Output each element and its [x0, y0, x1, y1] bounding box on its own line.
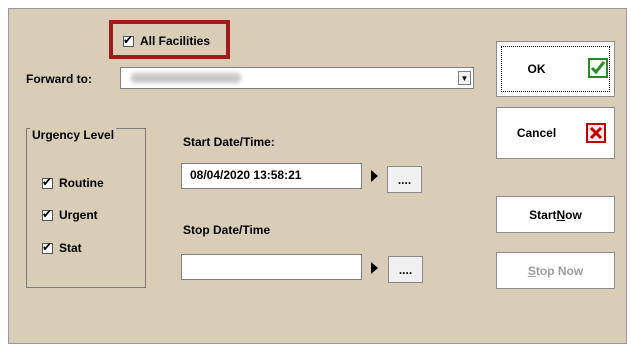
red-x-icon — [586, 123, 606, 143]
stat-label: Stat — [59, 241, 82, 255]
all-facilities-checkbox[interactable]: ✔ All Facilities — [123, 32, 211, 48]
stop-datetime-picker-button[interactable]: .... — [388, 256, 423, 283]
check-icon: ✔ — [42, 174, 53, 189]
stop-now-mnemonic: S — [527, 263, 536, 278]
stop-datetime-label: Stop Date/Time — [183, 223, 271, 237]
checkbox-box[interactable]: ✔ — [42, 206, 53, 221]
urgency-urgent-checkbox[interactable]: ✔ Urgent — [42, 206, 98, 222]
start-now-button[interactable]: Start Now — [496, 196, 615, 233]
forward-to-label: Forward to: — [26, 72, 92, 86]
start-datetime-field[interactable]: 08/04/2020 13:58:21 — [181, 163, 362, 189]
routine-label: Routine — [59, 176, 104, 190]
stop-now-suffix: top Now — [535, 263, 584, 278]
all-facilities-label: All Facilities — [140, 34, 211, 48]
stop-now-button: Stop Now — [496, 252, 615, 289]
checkbox-box[interactable]: ✔ — [42, 174, 53, 189]
start-now-suffix: ow — [565, 207, 582, 222]
cancel-label: Cancel — [516, 126, 557, 140]
check-icon: ✔ — [42, 206, 53, 221]
stop-datetime-field[interactable] — [181, 254, 362, 280]
start-datetime-label: Start Date/Time: — [183, 135, 275, 149]
check-icon: ✔ — [42, 239, 53, 254]
start-now-prefix: Start — [529, 207, 557, 222]
chevron-down-icon[interactable]: ▼ — [458, 71, 471, 85]
forward-to-combobox[interactable]: ▼ — [120, 67, 474, 89]
urgency-stat-checkbox[interactable]: ✔ Stat — [42, 239, 82, 255]
urgent-label: Urgent — [59, 208, 98, 222]
start-now-mnemonic: N — [556, 207, 566, 222]
triangle-right-icon[interactable] — [371, 262, 378, 274]
urgency-level-title: Urgency Level — [30, 128, 117, 142]
start-datetime-picker-button[interactable]: .... — [387, 166, 422, 193]
checkbox-box[interactable]: ✔ — [42, 239, 53, 254]
checkbox-box[interactable]: ✔ — [123, 32, 134, 47]
green-check-icon — [588, 58, 608, 78]
redacted-value — [131, 73, 241, 83]
triangle-right-icon[interactable] — [371, 170, 378, 182]
urgency-routine-checkbox[interactable]: ✔ Routine — [42, 174, 104, 190]
ok-label: OK — [527, 62, 546, 76]
check-icon: ✔ — [123, 32, 134, 47]
